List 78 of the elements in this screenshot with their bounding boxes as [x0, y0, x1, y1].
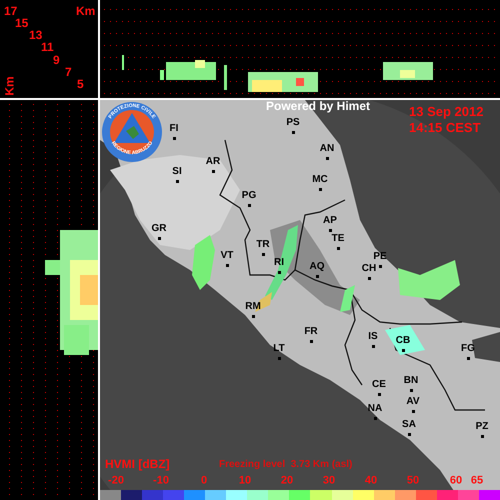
city-label: RM	[245, 302, 261, 312]
city-marker	[378, 393, 381, 396]
scale-tick-label: 10	[238, 476, 252, 486]
city-marker	[337, 247, 340, 250]
freezing-level-text: Freezing level 3.73 Km (asl)	[219, 460, 352, 470]
height-label: 17	[4, 5, 18, 17]
city-label: LT	[273, 344, 285, 354]
city-marker	[262, 253, 265, 256]
scale-tick-label: 0	[200, 476, 208, 486]
city-label: IS	[368, 332, 378, 342]
time-text: 14:15 CEST	[409, 121, 481, 134]
city-label: GR	[152, 224, 166, 234]
city-label: MC	[312, 175, 328, 185]
city-marker	[408, 433, 411, 436]
city-label: AQ	[310, 262, 324, 272]
city-marker	[368, 277, 371, 280]
city-marker	[467, 357, 470, 360]
city-marker	[226, 264, 229, 267]
city-label: PE	[373, 252, 387, 262]
city-marker	[374, 417, 377, 420]
city-marker	[278, 357, 281, 360]
city-label: BN	[404, 376, 418, 386]
city-label: CB	[396, 336, 410, 346]
unit-label: Km	[76, 5, 96, 17]
city-marker	[372, 345, 375, 348]
city-marker	[158, 237, 161, 240]
city-label: VT	[220, 251, 234, 261]
scale-tick-label: 50	[406, 476, 420, 486]
city-marker	[292, 131, 295, 134]
city-label: CH	[362, 264, 376, 274]
city-marker	[278, 271, 281, 274]
product-label: HVMI [dBZ]	[105, 458, 170, 470]
scale-tick-label: 20	[280, 476, 294, 486]
city-marker	[402, 349, 405, 352]
city-label: PZ	[476, 422, 488, 432]
city-marker	[379, 265, 382, 268]
city-label: SI	[172, 167, 182, 177]
city-marker	[316, 275, 319, 278]
city-label: PS	[286, 118, 300, 128]
scale-tick-label: -20	[108, 476, 124, 486]
city-marker	[212, 170, 215, 173]
city-marker	[410, 389, 413, 392]
city-marker	[329, 229, 332, 232]
city-label: NA	[368, 404, 382, 414]
scale-tick-label: 40	[364, 476, 378, 486]
scale-tick-label: 65	[470, 476, 484, 486]
height-label: 13	[29, 29, 42, 41]
scale-tick-label: 60	[450, 476, 462, 486]
city-marker	[173, 137, 176, 140]
city-marker	[326, 157, 329, 160]
date-text: 13 Sep 2012	[409, 105, 484, 118]
city-marker	[319, 188, 322, 191]
city-label: AN	[320, 144, 334, 154]
city-label: TR	[256, 240, 270, 250]
city-label: SA	[402, 420, 416, 430]
city-marker	[310, 340, 313, 343]
height-label: 5	[77, 78, 84, 90]
height-label: 15	[15, 17, 28, 29]
city-marker	[248, 204, 251, 207]
scale-tick-label: -10	[153, 476, 169, 486]
city-label: AP	[323, 216, 337, 226]
city-label: FI	[170, 124, 178, 134]
height-label: 7	[65, 66, 72, 78]
city-label: FR	[304, 327, 318, 337]
city-marker	[481, 435, 484, 438]
height-label: 11	[41, 41, 54, 53]
city-label: AV	[406, 397, 420, 407]
scale-tick-label: 30	[322, 476, 336, 486]
height-label: 9	[53, 54, 60, 66]
city-marker	[412, 410, 415, 413]
city-label: AR	[206, 157, 220, 167]
city-label: TE	[332, 234, 344, 244]
city-label: RI	[274, 258, 284, 268]
unit-label: Km	[4, 76, 16, 96]
city-marker	[176, 180, 179, 183]
city-label: PG	[242, 191, 256, 201]
city-label: CE	[372, 380, 386, 390]
city-marker	[252, 315, 255, 318]
